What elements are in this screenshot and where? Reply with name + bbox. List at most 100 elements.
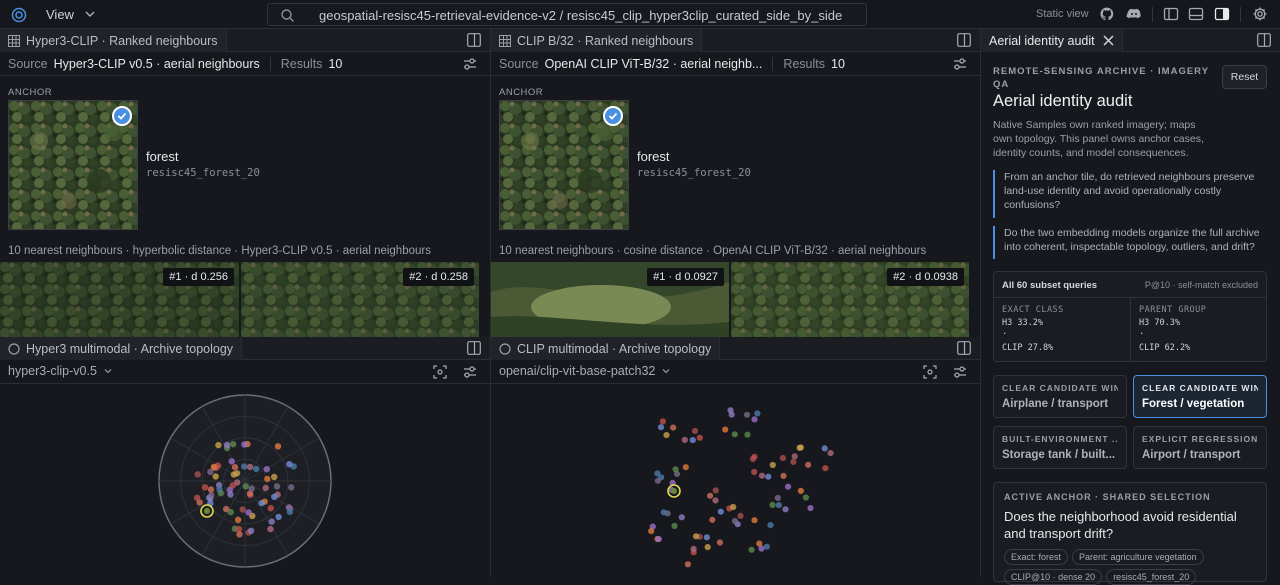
neighbour-rank-badge: #2 · d 0.0938 [887,268,964,286]
view-menu-label: View [46,6,74,22]
right-panel-toggle-icon[interactable] [1214,6,1230,22]
model-select[interactable]: hyper3-clip-v0.5 [8,364,113,378]
results-count[interactable]: 10 [328,57,342,71]
bottom-panel-toggle-icon[interactable] [1188,6,1204,22]
tab-clip-ranked[interactable]: CLIP B/32 · Ranked neighbours [491,29,703,52]
question-line: Does the neighborhood avoid residential [1004,509,1237,524]
exact-sep: . [1002,327,1008,337]
neighbour-tile[interactable]: #1 · d 0.256 [0,262,239,337]
embedding-point [779,454,786,462]
search-icon [281,9,294,22]
anchor-image[interactable] [8,100,138,230]
split-panel-icon[interactable] [1257,33,1271,47]
parent-h3-value: H3 70.3% [1139,318,1180,328]
tab-hyper3-ranked[interactable]: Hyper3-CLIP · Ranked neighbours [0,29,227,52]
divider [772,56,774,71]
filter-settings-icon[interactable] [462,364,478,380]
filter-settings-icon[interactable] [462,56,478,72]
question-line: land-use identity and avoid operationall… [1004,185,1222,197]
close-icon[interactable] [1103,35,1114,46]
neighbour-tile[interactable]: #2 · d 0.258 [241,262,479,337]
embedding-point [769,501,776,508]
candidate-card[interactable]: BUILT-ENVIRONMENT ... Storage tank / bui… [993,426,1127,469]
reset-button[interactable]: Reset [1222,65,1267,89]
tab-label: Hyper3 multimodal · Archive topology [26,341,234,356]
filter-settings-icon[interactable] [952,364,968,380]
embedding-point [239,506,246,513]
embedding-point [275,513,282,521]
embedding-point [763,543,770,550]
filter-settings-icon[interactable] [952,56,968,72]
tab-label: CLIP multimodal · Archive topology [517,341,712,356]
anchor-label: ANCHOR [499,87,544,98]
source-select[interactable]: Hyper3-CLIP v0.5 · aerial neighbours [54,57,260,71]
split-panel-icon[interactable] [957,33,971,47]
candidate-kind: EXPLICIT REGRESSION [1142,434,1258,444]
tab-hyper3-topology[interactable]: Hyper3 multimodal · Archive topology [0,337,243,360]
embedding-point [822,465,829,472]
embedding-point [231,464,239,471]
candidate-card-selected[interactable]: CLEAR CANDIDATE WIN Forest / vegetation [1133,375,1267,418]
top-bar: View geospatial-resisc45-retrieval-evide… [0,0,1280,29]
selected-check-icon [603,106,623,126]
search-path-text: geospatial-resisc45-retrieval-evidence-v… [319,8,843,23]
embedding-point [790,458,797,465]
neighbour-tile[interactable]: #2 · d 0.0938 [731,262,969,337]
candidate-kind: CLEAR CANDIDATE WIN [1142,383,1258,393]
embedding-point [228,458,235,465]
neighbour-strip: #1 · d 0.256 #2 · d 0.258 [0,262,490,337]
description-line: own topology. This panel owns anchor cas… [993,133,1204,145]
results-count[interactable]: 10 [831,57,845,71]
anchor-image[interactable] [499,100,629,230]
search-bar[interactable]: geospatial-resisc45-retrieval-evidence-v… [267,3,867,26]
model-select[interactable]: openai/clip-vit-base-patch32 [499,364,671,378]
static-view-label: Static view [1036,8,1089,20]
embedding-point [791,453,798,460]
embedding-point [657,424,665,431]
focus-icon[interactable] [922,364,938,380]
embedding-point [709,516,716,523]
embedding-point [682,464,689,471]
github-icon[interactable] [1099,6,1115,22]
description-line: identity counts, and model consequences. [993,147,1189,159]
tab-aerial-audit[interactable]: Aerial identity audit [981,29,1123,52]
focus-icon[interactable] [432,364,448,380]
clip-ranked-panel: CLIP B/32 · Ranked neighbours Source Ope… [491,29,981,337]
embedding-point [654,477,661,484]
embedding-point [774,494,781,502]
embedding-point [769,461,776,469]
embedding-point [207,486,215,493]
discord-icon[interactable] [1126,6,1142,22]
tab-row: CLIP B/32 · Ranked neighbours [491,29,980,52]
neighbour-tile[interactable]: #1 · d 0.0927 [491,262,729,337]
view-menu[interactable]: View [46,5,96,23]
candidate-card[interactable]: CLEAR CANDIDATE WIN Airplane / transport [993,375,1127,418]
embedding-point [827,450,834,457]
left-panel-toggle-icon[interactable] [1163,6,1179,22]
embedding-point [229,482,236,489]
embedding-point [712,487,719,494]
split-panel-icon[interactable] [467,341,481,355]
gear-icon[interactable] [1252,6,1268,22]
embedding-point [193,494,201,501]
embedding-point [241,463,248,470]
split-panel-icon[interactable] [467,33,481,47]
app-logo-icon[interactable] [11,7,27,23]
clip-embedding-scatter[interactable] [491,385,980,577]
embedding-point [696,434,703,441]
embedding-point [227,491,234,498]
embedding-point [743,411,751,418]
tab-clip-topology[interactable]: CLIP multimodal · Archive topology [491,337,721,360]
split-panel-icon[interactable] [957,341,971,355]
embedding-point [678,514,685,521]
embedding-point [659,418,666,425]
nn-caption: 10 nearest neighbours · hyperbolic dista… [8,245,431,257]
tab-label: Aerial identity audit [989,33,1095,48]
embedding-point [273,483,281,490]
poincare-disk-plot[interactable] [0,385,490,577]
tab-row: CLIP multimodal · Archive topology [491,337,980,360]
candidate-card[interactable]: EXPLICIT REGRESSION Airport / transport [1133,426,1267,469]
neighbour-rank-badge: #1 · d 0.0927 [647,268,724,286]
divider [1130,297,1131,362]
source-select[interactable]: OpenAI CLIP ViT-B/32 · aerial neighb... [545,57,763,71]
